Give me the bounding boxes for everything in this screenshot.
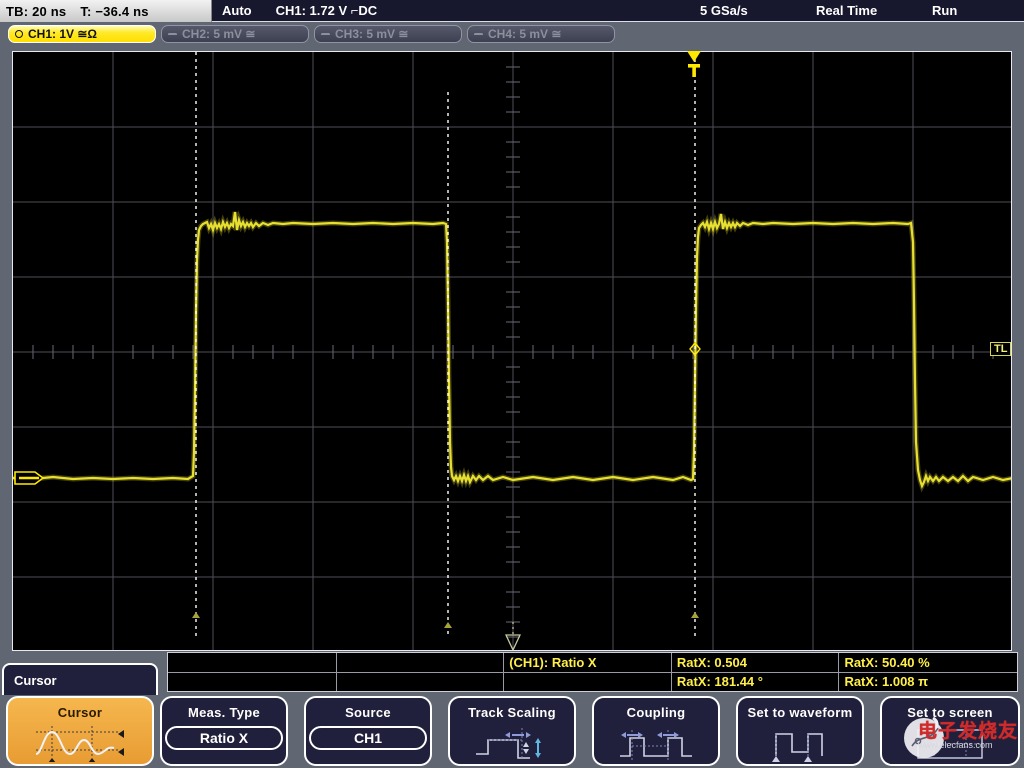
- acquisition-mode: Real Time: [816, 3, 877, 18]
- trigger-mode[interactable]: Auto: [222, 3, 252, 18]
- channel-state-icon: [474, 33, 483, 36]
- trigger-position-indicator[interactable]: [684, 50, 704, 84]
- channel-state-icon: [15, 30, 23, 38]
- timebase-value: TB: 20 ns: [6, 4, 66, 19]
- channel-button-ch3[interactable]: CH3: 5 mV ≅: [314, 25, 462, 43]
- channel-label: CH1: 1V ≅Ω: [28, 27, 97, 41]
- measurement-cell: [504, 672, 671, 692]
- track-scaling-icon: [466, 724, 558, 768]
- softkey-label: Source: [345, 705, 391, 720]
- softkey-label: Coupling: [627, 705, 686, 720]
- measurement-column-5: RatX: 50.40 % RatX: 1.008 π: [839, 653, 1017, 691]
- measurement-column-3: (CH1): Ratio X: [504, 653, 672, 691]
- waveform-display[interactable]: 1 3 2 TL: [12, 51, 1012, 651]
- channel-button-ch2[interactable]: CH2: 5 mV ≅: [161, 25, 309, 43]
- channel-label: CH4: 5 mV ≅: [488, 27, 561, 41]
- channel-label: CH3: 5 mV ≅: [335, 27, 408, 41]
- softkey-value[interactable]: CH1: [309, 726, 427, 750]
- grid-and-trace: [13, 52, 1012, 651]
- status-bar: TB: 20 ns T: −36.4 ns Auto CH1: 1.72 V ⌐…: [0, 0, 1024, 22]
- sample-rate: 5 GSa/s: [700, 3, 748, 18]
- softkey-source[interactable]: Source CH1: [304, 696, 432, 766]
- measurement-results-table[interactable]: (CH1): Ratio X RatX: 0.504 RatX: 181.44 …: [167, 652, 1018, 692]
- channel-state-icon: [321, 33, 330, 36]
- measurement-cell: [168, 653, 336, 672]
- softkey-label: Track Scaling: [468, 705, 556, 720]
- measurement-cell: [337, 653, 504, 672]
- softkey-label: Set to waveform: [748, 705, 853, 720]
- softkey-set-to-waveform[interactable]: Set to waveform: [736, 696, 864, 766]
- oscilloscope-screen: TB: 20 ns T: −36.4 ns Auto CH1: 1.72 V ⌐…: [0, 0, 1024, 768]
- softkey-label: Set to screen: [907, 705, 993, 720]
- channel-button-ch4[interactable]: CH4: 5 mV ≅: [467, 25, 615, 43]
- measurement-value: RatX: 50.40 %: [839, 653, 1017, 672]
- set-waveform-icon: [754, 724, 846, 768]
- coupling-icon: [610, 724, 702, 768]
- cursor-lines: [196, 52, 695, 637]
- softkey-bar: Cursor Meas. Type: [0, 694, 1024, 768]
- softkey-track-scaling[interactable]: Track Scaling: [448, 696, 576, 766]
- measurement-source-label: (CH1): Ratio X: [504, 653, 671, 672]
- trigger-source-level[interactable]: CH1: 1.72 V ⌐DC: [276, 3, 378, 18]
- measurement-cell: [168, 672, 336, 692]
- measurement-value: RatX: 0.504: [672, 653, 839, 672]
- timebase-panel[interactable]: TB: 20 ns T: −36.4 ns: [0, 0, 212, 22]
- channel1-offset-marker: [15, 472, 43, 484]
- softkey-label: Cursor: [58, 705, 102, 720]
- measurement-column-2: [337, 653, 505, 691]
- trigger-level-badge[interactable]: TL: [990, 342, 1011, 356]
- measurement-column-1: [168, 653, 337, 691]
- softkey-value[interactable]: Ratio X: [165, 726, 283, 750]
- measurement-value: RatX: 1.008 π: [839, 672, 1017, 692]
- cursor-tick-arrows: [192, 612, 699, 628]
- menu-title-tab: Cursor: [2, 663, 158, 695]
- trigger-t-icon: [684, 50, 704, 82]
- softkey-meas-type[interactable]: Meas. Type Ratio X: [160, 696, 288, 766]
- run-state[interactable]: Run: [932, 3, 957, 18]
- softkey-cursor[interactable]: Cursor: [6, 696, 154, 766]
- channel-button-bar: CH1: 1V ≅Ω CH2: 5 mV ≅ CH3: 5 mV ≅ CH4: …: [0, 23, 1024, 45]
- acquisition-status-panel: Auto CH1: 1.72 V ⌐DC 5 GSa/s Real Time R…: [212, 0, 1024, 22]
- softkey-set-to-screen[interactable]: Set to screen: [880, 696, 1020, 766]
- channel-button-ch1[interactable]: CH1: 1V ≅Ω: [8, 25, 156, 43]
- set-screen-icon: [900, 724, 1000, 768]
- softkey-coupling[interactable]: Coupling: [592, 696, 720, 766]
- measurement-column-4: RatX: 0.504 RatX: 181.44 °: [672, 653, 840, 691]
- measurement-value: RatX: 181.44 °: [672, 672, 839, 692]
- cursor-wave-icon: [30, 724, 130, 767]
- trigger-time-value: T: −36.4 ns: [80, 4, 148, 19]
- menu-title-label: Cursor: [14, 673, 57, 688]
- channel-state-icon: [168, 33, 177, 36]
- channel-label: CH2: 5 mV ≅: [182, 27, 255, 41]
- measurement-cell: [337, 672, 504, 692]
- softkey-label: Meas. Type: [188, 705, 260, 720]
